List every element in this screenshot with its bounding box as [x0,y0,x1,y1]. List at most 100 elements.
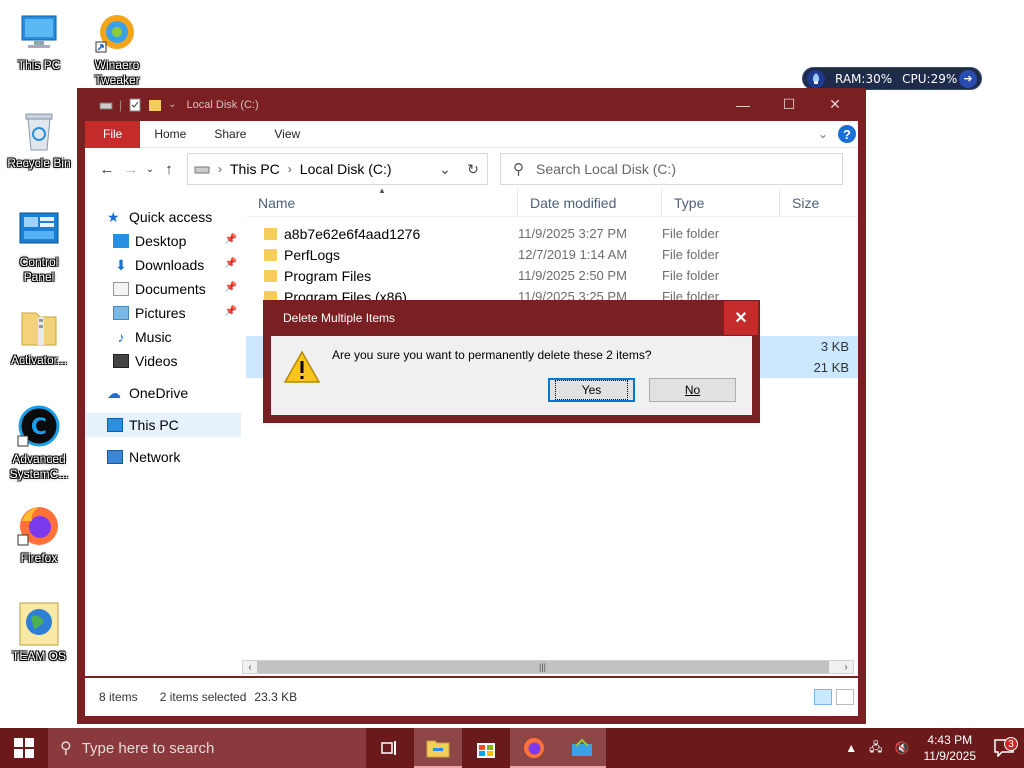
tab-home[interactable]: Home [140,121,200,148]
dialog-close-button[interactable]: ✕ [724,301,758,335]
up-button[interactable]: ↑ [157,157,181,181]
sidebar-item-downloads[interactable]: ⬇ Downloads 📌 [85,253,241,277]
arrow-right-icon[interactable]: ➜ [959,69,977,88]
svg-text:C: C [31,415,47,440]
breadcrumb-local-disk[interactable]: Local Disk (C:) [300,161,392,177]
address-bar[interactable]: › This PC › Local Disk (C:) ⌄ ↻ [187,153,488,185]
ram-usage: RAM:30% [835,71,893,86]
address-dropdown-icon[interactable]: ⌄ [431,161,459,178]
sidebar-item-this-pc[interactable]: This PC [85,413,241,437]
large-icons-view-button[interactable] [836,689,854,705]
table-row[interactable]: PerfLogs 12/7/2019 1:14 AM File folder [246,244,858,265]
column-date-modified[interactable]: Date modified [518,189,662,217]
folder-icon [264,227,277,240]
sidebar-item-onedrive[interactable]: ☁ OneDrive [85,381,241,405]
pin-icon: 📌 [224,306,237,317]
taskbar-firefox[interactable] [510,728,558,768]
rocket-icon[interactable] [807,69,825,88]
sidebar-item-quick-access[interactable]: ★ Quick access [85,205,241,229]
taskbar: ⚲ Type here to search ▲ 🖧 🔇 4:43 PM 11/9… [0,728,1024,768]
desktop-icon-winaero[interactable]: Winaero Tweaker [78,10,156,88]
volume-muted-icon[interactable]: 🔇 [889,741,916,755]
taskbar-search[interactable]: ⚲ Type here to search [48,728,366,768]
item-count: 8 items [99,690,138,704]
winaero-icon [94,10,140,56]
computer-icon [16,10,62,56]
sidebar-item-desktop[interactable]: Desktop 📌 [85,229,241,253]
tab-file[interactable]: File [85,120,141,148]
new-folder-icon[interactable] [148,98,162,112]
music-icon: ♪ [117,329,125,345]
dialog-title-bar[interactable]: Delete Multiple Items ✕ [271,300,758,336]
details-view-button[interactable] [814,689,832,705]
network-icon[interactable]: 🖧 [863,738,888,759]
sidebar-item-videos[interactable]: Videos [85,349,241,373]
yes-button[interactable]: Yes [548,378,635,402]
navigation-pane: ★ Quick access Desktop 📌 ⬇ Downloads 📌 D… [85,190,242,676]
horizontal-scrollbar[interactable]: ‹ ||| › [242,660,854,674]
folder-zip-icon [16,305,62,351]
search-icon: ⚲ [513,161,524,178]
folder-icon [264,248,277,261]
back-button[interactable]: ← [95,157,119,181]
properties-icon[interactable] [128,98,142,112]
sidebar-item-network[interactable]: Network [85,445,241,469]
chevron-down-icon[interactable]: ⌄ [168,99,176,110]
system-tray: ▲ 🖧 🔇 4:43 PM 11/9/2025 3 [839,728,1024,768]
documents-icon [113,282,129,296]
pin-icon: 📌 [224,234,237,245]
column-size[interactable]: Size [780,190,858,217]
scroll-right-icon[interactable]: › [839,662,853,673]
scroll-left-icon[interactable]: ‹ [243,662,257,673]
drive-icon [99,102,113,109]
desktop-icon-recycle-bin[interactable]: Recycle Bin [0,108,78,171]
column-type[interactable]: Type [662,189,780,217]
taskbar-file-explorer[interactable] [414,728,462,768]
expand-ribbon-icon[interactable]: ⌄ [818,127,828,141]
desktop-icon-advanced-systemcare[interactable]: C Advanced SystemC... [0,404,78,482]
windows-icon [14,738,34,758]
table-row[interactable]: Program Files 11/9/2025 2:50 PM File fol… [246,265,858,286]
title-bar[interactable]: | ⌄ Local Disk (C:) — ☐ ✕ [85,88,858,121]
task-view-button[interactable] [366,728,414,768]
taskbar-store[interactable] [462,728,510,768]
maximize-button[interactable]: ☐ [766,88,812,121]
help-icon[interactable]: ? [838,125,856,143]
desktop-icon-this-pc[interactable]: This PC [0,10,78,73]
notification-badge: 3 [1004,737,1018,751]
folder-icon [264,269,277,282]
minimize-button[interactable]: — [720,88,766,121]
performance-widget[interactable]: RAM:30% CPU:29% ➜ [802,67,982,90]
breadcrumb-this-pc[interactable]: This PC [230,161,280,177]
taskbar-app[interactable] [558,728,606,768]
refresh-icon[interactable]: ↻ [459,161,487,178]
task-view-icon [381,741,396,755]
start-button[interactable] [0,728,48,768]
chevron-up-icon[interactable]: ▲ [839,741,863,755]
selected-size: 23.3 KB [254,690,298,704]
desktop-icon-control-panel[interactable]: Control Panel [0,207,78,285]
dialog-title: Delete Multiple Items [283,311,396,325]
tab-view[interactable]: View [260,121,314,148]
recent-locations-button[interactable]: ⌄ [143,157,157,181]
search-icon: ⚲ [60,740,72,757]
pictures-icon [113,306,129,320]
sidebar-item-documents[interactable]: Documents 📌 [85,277,241,301]
advanced-systemcare-icon: C [16,404,62,450]
desktop-icon-team-os[interactable]: TEAM OS [0,601,78,664]
download-icon: ⬇ [115,257,127,273]
desktop-icon-activator[interactable]: Activator... [0,305,78,368]
close-button[interactable]: ✕ [812,88,858,121]
sidebar-item-pictures[interactable]: Pictures 📌 [85,301,241,325]
tab-share[interactable]: Share [200,121,260,148]
table-row[interactable]: a8b7e62e6f4aad1276 11/9/2025 3:27 PM Fil… [246,223,858,244]
clock[interactable]: 4:43 PM 11/9/2025 [916,732,985,764]
search-box[interactable]: ⚲ Search Local Disk (C:) [500,153,843,185]
forward-button[interactable]: → [119,157,143,181]
explorer-body: ★ Quick access Desktop 📌 ⬇ Downloads 📌 D… [85,186,858,676]
notification-center-button[interactable]: 3 [984,737,1024,757]
navigation-bar: ← → ⌄ ↑ › This PC › Local Disk (C:) ⌄ ↻ … [85,148,858,190]
sidebar-item-music[interactable]: ♪ Music [85,325,241,349]
desktop-icon-firefox[interactable]: Firefox [0,503,78,566]
no-button[interactable]: No [649,378,736,402]
